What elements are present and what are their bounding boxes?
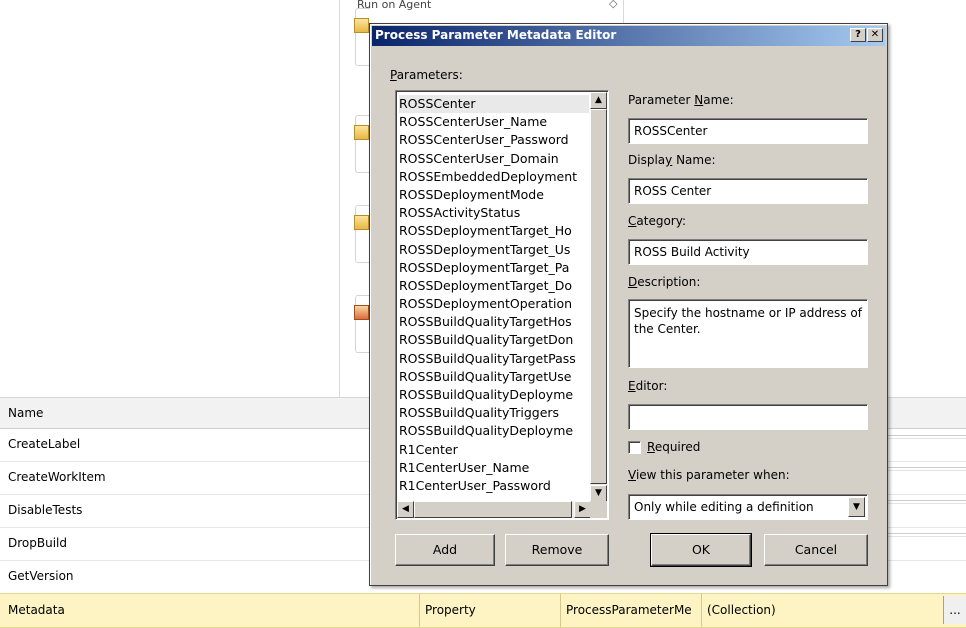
row-type: Property [425, 603, 476, 617]
activity-icon [354, 125, 369, 140]
parameter-list-item[interactable]: R1CenterUser_Password [399, 477, 589, 495]
grid-row-selected[interactable]: Metadata Property ProcessParameterMe (Co… [0, 593, 966, 628]
parameter-name-field[interactable]: ROSSCenter [628, 118, 868, 144]
help-button[interactable]: ? [850, 28, 866, 42]
parameter-list-item[interactable]: ROSSBuildQualityTargetHos [399, 313, 589, 331]
remove-button[interactable]: Remove [505, 534, 609, 566]
parameter-list-item[interactable]: R1CenterUser_Name [399, 459, 589, 477]
row-param-type: ProcessParameterMe [566, 603, 692, 617]
edit-collection-button[interactable]: ... [943, 596, 966, 624]
parameter-list-item[interactable]: ROSSCenterUser_Password [399, 131, 589, 149]
parameter-name-label: Parameter Name: [628, 93, 734, 107]
vertical-scrollbar[interactable]: ▲ ▼ [590, 92, 607, 502]
row-name: GetVersion [8, 569, 74, 583]
grid-line [880, 533, 966, 537]
description-field[interactable]: Specify the hostname or IP address of th… [628, 299, 868, 368]
row-value: (Collection) [707, 603, 776, 617]
parameter-list-item[interactable]: ROSSBuildQualityTargetDon [399, 331, 589, 349]
column-divider [419, 594, 420, 627]
metadata-editor-dialog: Process Parameter Metadata Editor ? ✕ Pa… [369, 23, 888, 586]
row-name: DisableTests [8, 503, 83, 517]
parameter-list-item[interactable]: ROSSDeploymentTarget_Do [399, 277, 589, 295]
parameter-list-item[interactable]: ROSSDeploymentMode [399, 186, 589, 204]
scroll-corner [590, 501, 607, 518]
activity-icon [354, 18, 369, 33]
chevron-down-icon[interactable]: ▼ [848, 497, 865, 517]
parameter-list-item[interactable]: ROSSDeploymentOperation [399, 295, 589, 313]
parameter-list-item[interactable]: ROSSCenter [399, 95, 589, 114]
parameter-list-item[interactable]: ROSSBuildQualityDeployme [399, 386, 589, 404]
display-name-field[interactable]: ROSS Center [628, 178, 868, 204]
horizontal-scroll-thumb[interactable] [414, 501, 572, 518]
row-name: CreateWorkItem [8, 470, 106, 484]
activity-block[interactable] [354, 295, 370, 353]
display-name-label: Display Name: [628, 153, 716, 167]
parameter-list-item[interactable]: ROSSDeploymentTarget_Pa [399, 259, 589, 277]
add-button[interactable]: Add [395, 534, 495, 566]
name-column-header[interactable]: Name [8, 406, 43, 420]
grid-line [880, 435, 966, 439]
parameter-list-item[interactable]: ROSSBuildQualityTargetPass [399, 350, 589, 368]
parameters-listbox[interactable]: ROSSCenter ROSSCenterUser_Name ROSSCenterU… [395, 90, 609, 520]
category-label: Category: [628, 214, 686, 228]
parameter-list-item[interactable]: ROSSBuildQualityDeployme [399, 422, 589, 440]
scroll-right-icon[interactable]: ▶ [574, 501, 591, 518]
cancel-button[interactable]: Cancel [764, 534, 868, 566]
column-divider [701, 594, 702, 627]
required-label: Required [647, 440, 701, 454]
parameter-list-item[interactable]: ROSSActivityStatus [399, 204, 589, 222]
grid-line [880, 500, 966, 504]
close-button[interactable]: ✕ [867, 28, 883, 42]
horizontal-scrollbar[interactable]: ◀ ▶ [397, 501, 591, 518]
activity-label: Run on Agent [357, 0, 432, 11]
activity-block[interactable] [354, 205, 370, 263]
view-when-value: Only while editing a definition [634, 500, 814, 514]
parameter-list-item[interactable]: ROSSBuildQualityTriggers [399, 404, 589, 422]
parameter-list-item[interactable]: R1Center [399, 441, 589, 459]
scroll-thumb[interactable] [590, 109, 607, 484]
parameter-list-item[interactable]: ROSSDeploymentTarget_Ho [399, 222, 589, 240]
activity-block[interactable] [354, 115, 370, 173]
column-divider [560, 594, 561, 627]
dialog-title: Process Parameter Metadata Editor [375, 28, 617, 42]
row-name: Metadata [8, 603, 65, 617]
row-name: CreateLabel [8, 437, 81, 451]
parameter-list-item[interactable]: ROSSCenterUser_Name [399, 113, 589, 131]
required-checkbox[interactable] [628, 441, 641, 454]
row-name: DropBuild [8, 536, 67, 550]
scroll-down-icon[interactable]: ▼ [590, 485, 607, 502]
description-label: Description: [628, 275, 701, 289]
parameter-list-item[interactable]: ROSSCenterUser_Domain [399, 150, 589, 168]
ok-button[interactable]: OK [650, 533, 752, 567]
activity-icon [354, 215, 369, 230]
collapse-icon[interactable]: ◇ [609, 0, 617, 10]
activity-block[interactable] [354, 8, 370, 66]
editor-label: Editor: [628, 379, 668, 393]
scroll-left-icon[interactable]: ◀ [397, 501, 414, 518]
editor-field[interactable] [628, 404, 868, 430]
parameter-list-item[interactable]: ROSSBuildQualityTargetUse [399, 368, 589, 386]
dialog-titlebar[interactable]: Process Parameter Metadata Editor ? ✕ [372, 26, 885, 46]
view-when-select[interactable]: Only while editing a definition ▼ [628, 494, 868, 520]
scroll-up-icon[interactable]: ▲ [590, 92, 607, 109]
view-when-label: View this parameter when: [628, 468, 790, 482]
parameters-label: Parameters: [390, 68, 463, 82]
grid-line [880, 467, 966, 471]
activity-icon [354, 305, 369, 320]
parameter-list-item[interactable]: ROSSDeploymentTarget_Us [399, 241, 589, 259]
category-field[interactable]: ROSS Build Activity [628, 239, 868, 265]
parameter-list-item[interactable]: ROSSEmbeddedDeployment [399, 168, 589, 186]
